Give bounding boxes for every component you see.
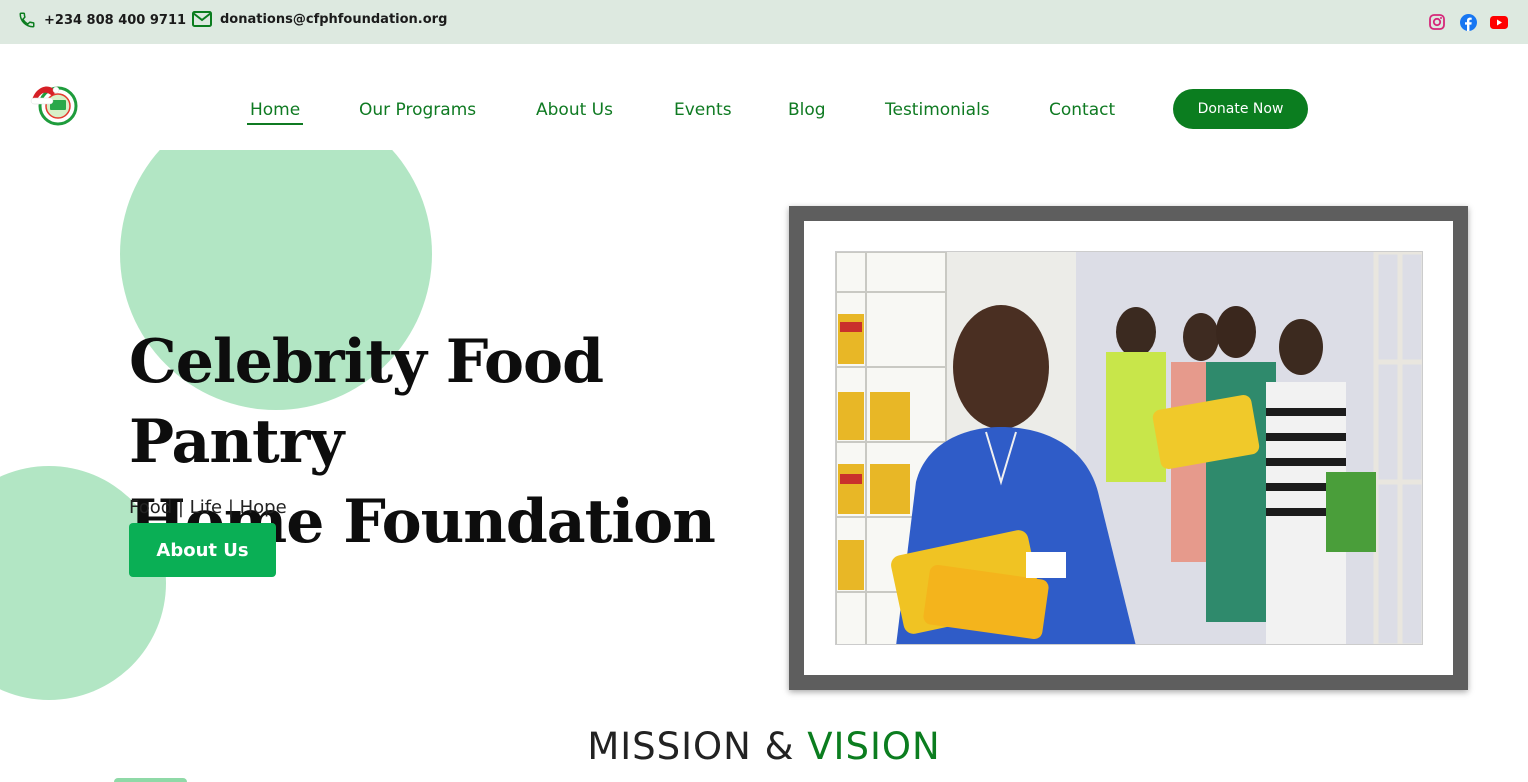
donate-now-button[interactable]: Donate Now bbox=[1173, 89, 1308, 129]
hero-photo bbox=[835, 251, 1423, 645]
mission-word: MISSION & bbox=[587, 725, 795, 768]
nav-our-programs[interactable]: Our Programs bbox=[359, 100, 476, 120]
photo-mat bbox=[804, 221, 1453, 675]
nav-contact[interactable]: Contact bbox=[1049, 100, 1115, 120]
youtube-icon[interactable] bbox=[1489, 12, 1509, 32]
phone-number: +234 808 400 9711 bbox=[44, 12, 187, 28]
photo-frame bbox=[789, 206, 1468, 690]
mail-icon bbox=[192, 11, 212, 27]
logo[interactable] bbox=[28, 80, 84, 126]
nav-testimonials[interactable]: Testimonials bbox=[885, 100, 990, 120]
hero-title-line-1: Celebrity Food Pantry bbox=[129, 327, 604, 477]
phone-icon bbox=[19, 12, 35, 28]
phone-contact[interactable]: +234 808 400 9711 bbox=[18, 11, 186, 29]
facebook-icon[interactable] bbox=[1458, 12, 1478, 32]
top-bar: +234 808 400 9711 donations@cfphfoundati… bbox=[0, 0, 1528, 44]
email-contact[interactable]: donations@cfphfoundation.org bbox=[192, 11, 447, 27]
instagram-icon[interactable] bbox=[1427, 12, 1447, 32]
vision-word: VISION bbox=[807, 725, 941, 768]
nav-blog[interactable]: Blog bbox=[788, 100, 826, 120]
nav-home[interactable]: Home bbox=[246, 100, 304, 125]
nav-about-us[interactable]: About Us bbox=[536, 100, 613, 120]
section-accent bbox=[114, 778, 187, 782]
mission-vision-heading: MISSION & VISION bbox=[0, 724, 1528, 770]
nav-events[interactable]: Events bbox=[674, 100, 732, 120]
about-us-button[interactable]: About Us bbox=[129, 523, 276, 577]
hero-tagline: Food | Life | Hope bbox=[129, 497, 287, 518]
email-address: donations@cfphfoundation.org bbox=[220, 11, 448, 27]
